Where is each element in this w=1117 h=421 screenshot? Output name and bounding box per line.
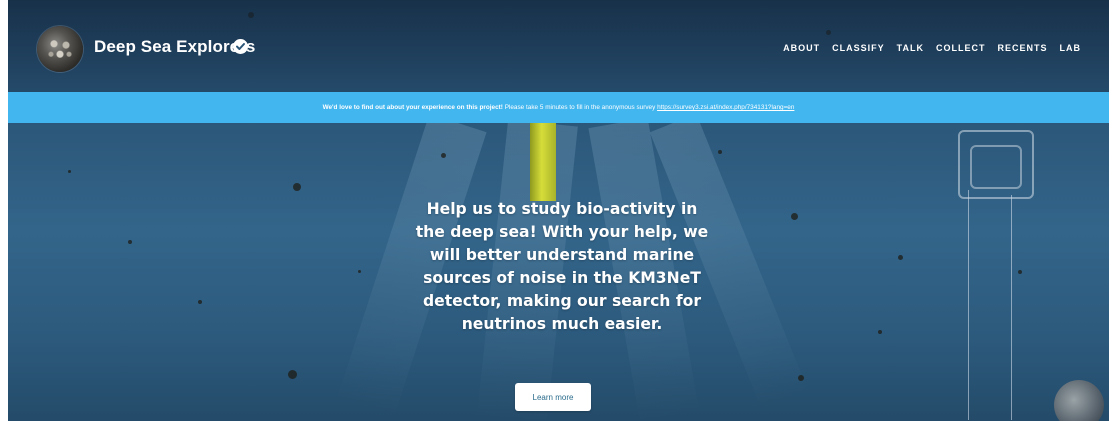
project-description: Help us to study bio-activity in the dee… bbox=[415, 200, 709, 333]
particle bbox=[1018, 270, 1022, 274]
nav-recents[interactable]: RECENTS bbox=[997, 43, 1047, 53]
project-title-link[interactable]: Deep Sea Explorers bbox=[94, 37, 256, 57]
particle bbox=[358, 270, 361, 273]
nav-lab[interactable]: LAB bbox=[1060, 43, 1082, 53]
project-page: Deep Sea Explorers ABOUT CLASSIFY TALK C… bbox=[8, 0, 1109, 421]
particle bbox=[791, 213, 798, 220]
nav-collect[interactable]: COLLECT bbox=[936, 43, 986, 53]
survey-banner-heading: We'd love to find out about your experie… bbox=[322, 104, 503, 111]
learn-more-button[interactable]: Learn more bbox=[515, 383, 591, 411]
particle bbox=[898, 255, 903, 260]
verified-badge-icon bbox=[233, 39, 248, 54]
cable bbox=[968, 190, 969, 420]
survey-link[interactable]: https://survey3.zsi.at/index.php/734131?… bbox=[657, 104, 794, 111]
cable bbox=[1011, 195, 1012, 420]
particle bbox=[198, 300, 202, 304]
nav-classify[interactable]: CLASSIFY bbox=[832, 43, 885, 53]
detector-frame-inner bbox=[970, 145, 1022, 189]
particle bbox=[128, 240, 132, 244]
survey-banner-text: Please take 5 minutes to fill in the ano… bbox=[502, 104, 658, 111]
particle bbox=[293, 183, 301, 191]
particle bbox=[288, 370, 297, 379]
project-header: Deep Sea Explorers ABOUT CLASSIFY TALK C… bbox=[8, 0, 1109, 92]
particle bbox=[718, 150, 722, 154]
nav-talk[interactable]: TALK bbox=[897, 43, 924, 53]
particle bbox=[798, 375, 804, 381]
particle bbox=[68, 170, 71, 173]
yellow-instrument bbox=[530, 123, 556, 201]
survey-banner: We'd love to find out about your experie… bbox=[8, 92, 1109, 123]
particle bbox=[878, 330, 882, 334]
detector-sphere bbox=[1054, 380, 1104, 421]
project-avatar-icon[interactable] bbox=[37, 26, 83, 72]
particle bbox=[441, 153, 446, 158]
nav-about[interactable]: ABOUT bbox=[783, 43, 820, 53]
project-nav: ABOUT CLASSIFY TALK COLLECT RECENTS LAB bbox=[783, 43, 1081, 53]
